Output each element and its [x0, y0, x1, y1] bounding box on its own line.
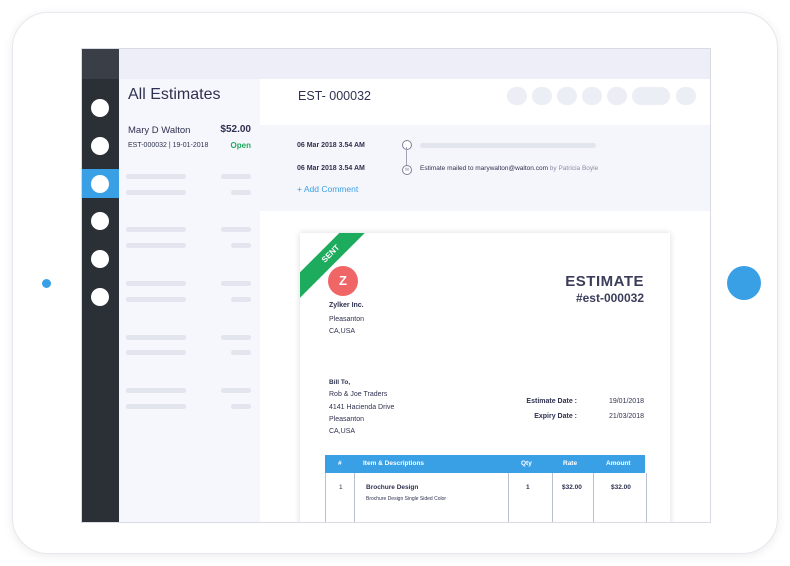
estimate-document: SENT Z Zylker Inc. Pleasanton CA,USA EST… [300, 233, 670, 522]
company-logo: Z [328, 266, 358, 296]
column-header: Item & Descriptions [363, 460, 425, 467]
estimates-list: All Estimates Mary D Walton $52.00 EST-0… [119, 79, 261, 522]
nav-dot-icon[interactable] [91, 99, 109, 117]
item-qty: 1 [526, 484, 530, 491]
activity-text: Estimate mailed to marywalton@walton.com… [420, 165, 598, 172]
placeholder-line [221, 281, 251, 286]
expiry-date-value: 21/03/2018 [608, 413, 644, 420]
placeholder-line [221, 227, 251, 232]
items-table-header: # Item & Descriptions Qty Rate Amount [325, 455, 645, 473]
activity-time: 06 Mar 2018 3.54 AM [297, 165, 365, 172]
toolbar-button[interactable] [676, 87, 696, 105]
nav-dot-icon[interactable] [91, 212, 109, 230]
camera-icon [42, 279, 51, 288]
top-bar [119, 49, 710, 79]
placeholder-line [231, 243, 251, 248]
placeholder-line [231, 404, 251, 409]
column-divider [593, 473, 594, 522]
toolbar-button[interactable] [507, 87, 527, 105]
toolbar-button[interactable] [632, 87, 670, 105]
placeholder-line [126, 388, 186, 393]
expiry-date-label: Expiry Date : [534, 413, 577, 420]
column-header: Qty [521, 460, 532, 467]
column-header: # [338, 460, 342, 467]
mail-icon: ✉ [402, 165, 412, 175]
toolbar-button[interactable] [557, 87, 577, 105]
sidebar-header [82, 49, 119, 79]
placeholder-line [126, 243, 186, 248]
column-header: Amount [606, 460, 631, 467]
toolbar-button[interactable] [607, 87, 627, 105]
toolbar-button[interactable] [532, 87, 552, 105]
sidebar [82, 49, 119, 522]
bill-to-line: Rob & Joe Traders [329, 391, 388, 398]
column-divider [354, 473, 355, 522]
bill-to-line: CA,USA [329, 428, 356, 435]
column-divider [552, 473, 553, 522]
add-comment-link[interactable]: + Add Comment [297, 184, 358, 194]
nav-dot-icon[interactable] [91, 175, 109, 193]
placeholder-line [126, 335, 186, 340]
company-address-line: CA,USA [329, 328, 356, 335]
bill-to-label: Bill To, [329, 379, 351, 386]
estimate-detail: EST- 000032 06 Mar 2018 3.54 AM 06 Mar 2… [260, 79, 710, 522]
activity-message: Estimate mailed to marywalton@walton.com [420, 165, 548, 172]
document-number: #est-000032 [575, 291, 644, 305]
nav-dot-icon[interactable] [91, 137, 109, 155]
placeholder-line [126, 190, 186, 195]
placeholder-line [126, 404, 186, 409]
company-address-line: Pleasanton [329, 316, 365, 323]
estimate-date-label: Estimate Date : [526, 398, 577, 405]
status-badge: Open [230, 141, 251, 150]
table-row: 1 Brochure Design Brochure Design Single… [325, 473, 647, 522]
placeholder-line [126, 227, 186, 232]
timeline-node-icon [402, 140, 412, 150]
estimate-number: EST-000032 | 19-01-2018 [128, 142, 209, 149]
company-name: Zylker Inc. [329, 302, 364, 309]
item-description: Brochure Design Single Sided Color [366, 496, 447, 502]
bill-to-line: Pleasanton [329, 416, 365, 423]
item-amount: $32.00 [611, 484, 631, 491]
nav-dot-icon[interactable] [91, 250, 109, 268]
home-button[interactable] [727, 266, 761, 300]
placeholder-line [126, 174, 186, 179]
placeholder-line [126, 297, 186, 302]
placeholder-line [231, 350, 251, 355]
item-rate: $32.00 [562, 484, 582, 491]
document-heading: ESTIMATE [565, 273, 644, 290]
activity-placeholder [420, 143, 596, 148]
activity-author: by Patricia Boyle [549, 165, 599, 172]
placeholder-line [221, 174, 251, 179]
row-number: 1 [339, 484, 343, 491]
column-header: Rate [563, 460, 578, 467]
placeholder-line [126, 350, 186, 355]
app-screen: All Estimates Mary D Walton $52.00 EST-0… [81, 48, 711, 523]
toolbar-button[interactable] [582, 87, 602, 105]
item-name: Brochure Design [366, 484, 419, 491]
placeholder-line [231, 297, 251, 302]
estimate-date-value: 19/01/2018 [608, 398, 644, 405]
estimate-amount: $52.00 [220, 124, 251, 135]
placeholder-line [221, 335, 251, 340]
placeholder-line [221, 388, 251, 393]
placeholder-line [231, 190, 251, 195]
nav-dot-icon[interactable] [91, 288, 109, 306]
placeholder-line [126, 281, 186, 286]
activity-timeline: 06 Mar 2018 3.54 AM 06 Mar 2018 3.54 AM … [260, 125, 710, 211]
activity-time: 06 Mar 2018 3.54 AM [297, 142, 365, 149]
column-divider [508, 473, 509, 522]
page-title: EST- 000032 [298, 89, 371, 103]
customer-name: Mary D Walton [128, 125, 191, 136]
bill-to-line: 4141 Hacienda Drive [329, 404, 395, 411]
list-title: All Estimates [128, 86, 221, 103]
